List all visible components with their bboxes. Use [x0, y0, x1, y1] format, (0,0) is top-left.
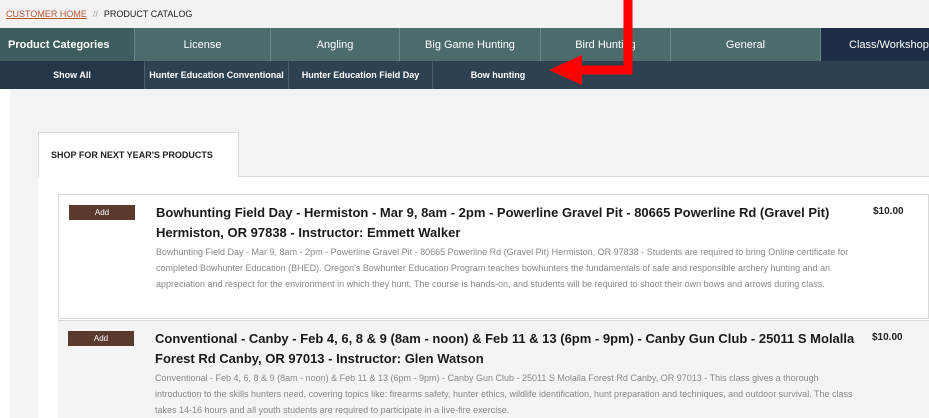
subcategory-hunter-education-conventional[interactable]: Hunter Education Conventional	[145, 61, 289, 89]
category-product-categories[interactable]: Product Categories	[0, 28, 135, 61]
add-button[interactable]: Add	[68, 331, 134, 346]
product-price: $10.00	[872, 332, 903, 343]
subcategory-nav-bar: Show All Hunter Education Conventional H…	[0, 61, 929, 89]
tab-next-year-products[interactable]: SHOP FOR NEXT YEAR'S PRODUCTS	[38, 132, 239, 177]
breadcrumb-home-link[interactable]: CUSTOMER HOME	[6, 9, 87, 19]
subcategory-bow-hunting[interactable]: Bow hunting	[433, 61, 563, 89]
category-license[interactable]: License	[135, 28, 271, 61]
add-button[interactable]: Add	[69, 205, 135, 220]
subcategory-show-all[interactable]: Show All	[0, 61, 145, 89]
category-angling[interactable]: Angling	[271, 28, 400, 61]
category-class-workshop[interactable]: Class/Workshop	[821, 28, 929, 61]
product-price: $10.00	[873, 206, 904, 217]
breadcrumb-separator: //	[92, 9, 98, 19]
breadcrumb: CUSTOMER HOME // PRODUCT CATALOG	[0, 0, 929, 28]
product-title: Bowhunting Field Day - Hermiston - Mar 9…	[156, 205, 830, 240]
category-bird-hunting[interactable]: Bird Hunting	[541, 28, 671, 61]
product-row: Add Conventional - Canby - Feb 4, 6, 8 &…	[58, 320, 929, 418]
category-nav-bar: Product Categories License Angling Big G…	[0, 28, 929, 61]
category-general[interactable]: General	[671, 28, 821, 61]
category-big-game-hunting[interactable]: Big Game Hunting	[400, 28, 541, 61]
product-description: Bowhunting Field Day - Mar 9, 8am - 2pm …	[156, 247, 849, 289]
product-title: Conventional - Canby - Feb 4, 6, 8 & 9 (…	[155, 331, 855, 366]
product-row: Add Bowhunting Field Day - Hermiston - M…	[58, 194, 929, 319]
product-description: Conventional - Feb 4, 6, 8 & 9 (8am - no…	[155, 373, 853, 415]
breadcrumb-current: PRODUCT CATALOG	[103, 9, 193, 19]
subcategory-hunter-education-field-day[interactable]: Hunter Education Field Day	[289, 61, 433, 89]
